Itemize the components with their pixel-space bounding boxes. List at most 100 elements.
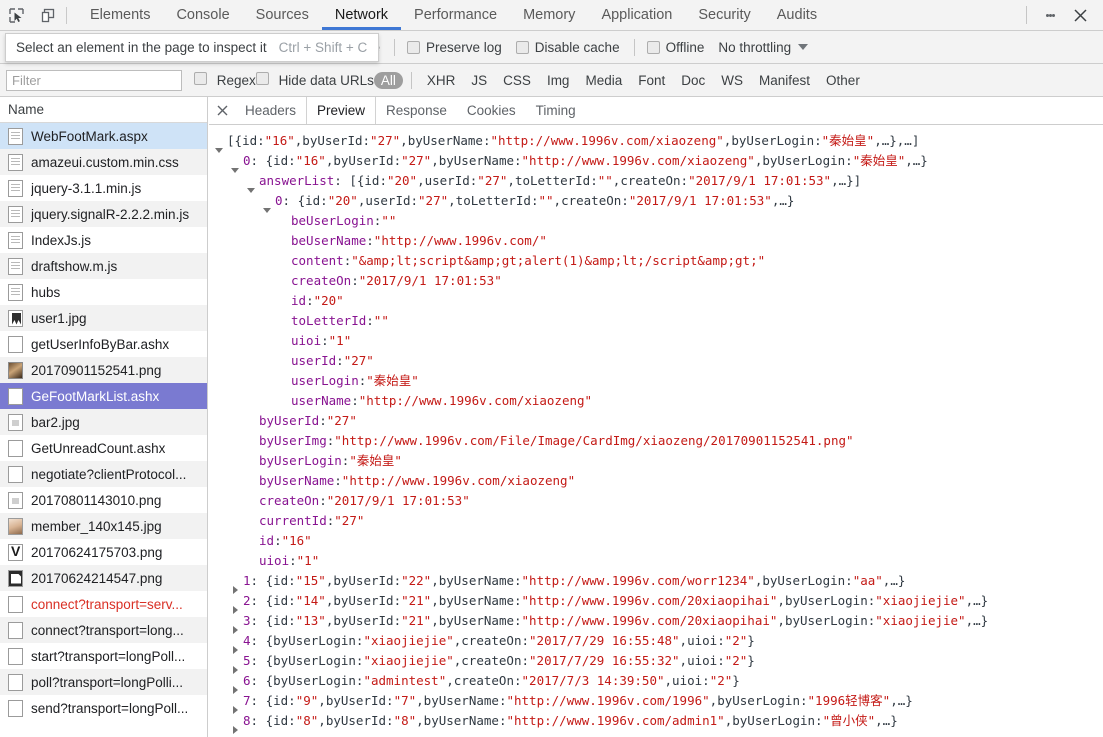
hide-data-urls-box[interactable] (255, 72, 269, 85)
filter-chip-manifest[interactable]: Manifest (752, 72, 817, 89)
json-line[interactable]: uioi: "1" (209, 551, 1103, 571)
tab-audits[interactable]: Audits (764, 0, 830, 30)
filter-input[interactable] (6, 69, 182, 91)
tab-performance[interactable]: Performance (401, 0, 510, 30)
tab-sources[interactable]: Sources (243, 0, 322, 30)
throttling-select[interactable]: No throttling (718, 40, 791, 55)
json-line[interactable]: userLogin: "秦始皇" (209, 371, 1103, 391)
close-detail-icon[interactable] (209, 97, 235, 124)
json-line[interactable]: toLetterId: "" (209, 311, 1103, 331)
inspect-element-icon[interactable] (0, 0, 32, 30)
json-line[interactable]: uioi: "1" (209, 331, 1103, 351)
request-row[interactable]: poll?transport=longPolli... (0, 669, 207, 695)
regex-checkbox[interactable]: Regex (194, 72, 256, 88)
json-line[interactable]: 3: {id: "13", byUserId: "21", byUserName… (209, 611, 1103, 634)
json-line[interactable]: createOn: "2017/9/1 17:01:53" (209, 271, 1103, 291)
kebab-menu-icon[interactable] (1037, 12, 1063, 18)
json-line[interactable]: 0: {id: "16", byUserId: "27", byUserName… (209, 151, 1103, 173)
request-row[interactable]: amazeui.custom.min.css (0, 149, 207, 175)
detail-tab-preview[interactable]: Preview (306, 97, 377, 124)
detail-tab-timing[interactable]: Timing (526, 97, 586, 124)
json-line[interactable]: id: "16" (209, 531, 1103, 551)
request-row[interactable]: send?transport=longPoll... (0, 695, 207, 721)
request-row[interactable]: GeFootMarkList.ashx (0, 383, 207, 409)
request-row[interactable]: jquery-3.1.1.min.js (0, 175, 207, 201)
request-row[interactable]: hubs (0, 279, 207, 305)
json-line[interactable]: byUserImg: "http://www.1996v.com/File/Im… (209, 431, 1103, 451)
request-row[interactable]: 20170624175703.png (0, 539, 207, 565)
json-line[interactable]: 0: {id: "20", userId: "27", toLetterId: … (209, 191, 1103, 213)
request-row[interactable]: member_140x145.jpg (0, 513, 207, 539)
preserve-log-box[interactable] (406, 40, 420, 54)
json-line[interactable]: createOn: "2017/9/1 17:01:53" (209, 491, 1103, 511)
request-row[interactable]: getUserInfoByBar.ashx (0, 331, 207, 357)
tab-application[interactable]: Application (588, 0, 685, 30)
filter-chip-img[interactable]: Img (540, 72, 577, 89)
json-token: : { (250, 573, 274, 588)
regex-box[interactable] (194, 72, 207, 85)
request-row[interactable]: 20170901152541.png (0, 357, 207, 383)
request-row[interactable]: 20170624214547.png (0, 565, 207, 591)
filter-chip-css[interactable]: CSS (496, 72, 538, 89)
request-row[interactable]: bar2.jpg (0, 409, 207, 435)
request-row[interactable]: 20170801143010.png (0, 487, 207, 513)
tab-memory[interactable]: Memory (510, 0, 588, 30)
filter-chip-all[interactable]: All (373, 71, 403, 89)
preserve-log-checkbox[interactable]: Preserve log (406, 40, 516, 55)
json-token: "http://www.1996v.com/" (373, 233, 547, 248)
filter-chip-xhr[interactable]: XHR (420, 72, 463, 89)
json-line[interactable]: beUserLogin: "" (209, 211, 1103, 231)
request-row[interactable]: IndexJs.js (0, 227, 207, 253)
request-row[interactable]: user1.jpg (0, 305, 207, 331)
device-toolbar-icon[interactable] (32, 0, 64, 30)
filter-chip-other[interactable]: Other (819, 72, 867, 89)
hide-data-urls-checkbox[interactable]: Hide data URLs (255, 72, 374, 88)
offline-checkbox[interactable]: Offline (646, 40, 719, 55)
filter-chip-js[interactable]: JS (464, 72, 494, 89)
tab-network[interactable]: Network (321, 0, 402, 30)
disable-cache-checkbox[interactable]: Disable cache (515, 40, 634, 55)
json-line[interactable]: byUserName: "http://www.1996v.com/xiaoze… (209, 471, 1103, 491)
json-line[interactable]: 2: {id: "14", byUserId: "21", byUserName… (209, 591, 1103, 614)
detail-tab-response[interactable]: Response (376, 97, 457, 124)
tab-elements[interactable]: Elements (77, 0, 163, 30)
json-line[interactable]: content: "&amp;lt;script&amp;gt;alert(1)… (209, 251, 1103, 271)
request-row[interactable]: negotiate?clientProtocol... (0, 461, 207, 487)
json-line[interactable]: byUserId: "27" (209, 411, 1103, 431)
json-line[interactable]: [{id: "16", byUserId: "27", byUserName: … (209, 131, 1103, 153)
json-line[interactable]: currentId: "27" (209, 511, 1103, 531)
request-row[interactable]: draftshow.m.js (0, 253, 207, 279)
json-line[interactable]: beUserName: "http://www.1996v.com/" (209, 231, 1103, 251)
json-line[interactable]: 7: {id: "9", byUserId: "7", byUserName: … (209, 691, 1103, 714)
offline-box[interactable] (646, 40, 660, 54)
request-row[interactable]: GetUnreadCount.ashx (0, 435, 207, 461)
disable-cache-box[interactable] (515, 40, 529, 54)
json-line[interactable]: 6: {byUserLogin: "admintest", createOn: … (209, 671, 1103, 694)
chevron-down-icon[interactable] (798, 44, 809, 50)
json-line[interactable]: 4: {byUserLogin: "xiaojiejie", createOn:… (209, 631, 1103, 654)
request-row[interactable]: connect?transport=long... (0, 617, 207, 643)
request-row[interactable]: jquery.signalR-2.2.2.min.js (0, 201, 207, 227)
json-line[interactable]: 1: {id: "15", byUserId: "22", byUserName… (209, 571, 1103, 594)
filter-chip-doc[interactable]: Doc (674, 72, 712, 89)
json-line[interactable]: userName: "http://www.1996v.com/xiaozeng… (209, 391, 1103, 411)
tab-security[interactable]: Security (685, 0, 763, 30)
detail-tab-headers[interactable]: Headers (235, 97, 306, 124)
filter-chip-font[interactable]: Font (631, 72, 672, 89)
close-icon[interactable] (1063, 8, 1097, 23)
json-line[interactable]: 8: {id: "8", byUserId: "8", byUserName: … (209, 711, 1103, 734)
file-type-icon (8, 673, 23, 691)
json-line[interactable]: userId: "27" (209, 351, 1103, 371)
json-line[interactable]: answerList: [{id: "20", userId: "27", to… (209, 171, 1103, 193)
request-row[interactable]: WebFootMark.aspx (0, 123, 207, 149)
detail-tab-cookies[interactable]: Cookies (457, 97, 526, 124)
tab-console[interactable]: Console (163, 0, 242, 30)
filter-chip-media[interactable]: Media (578, 72, 629, 89)
json-line[interactable]: 5: {byUserLogin: "xiaojiejie", createOn:… (209, 651, 1103, 674)
json-line[interactable]: id: "20" (209, 291, 1103, 311)
request-row[interactable]: connect?transport=serv... (0, 591, 207, 617)
json-line[interactable]: byUserLogin: "秦始皇" (209, 451, 1103, 471)
request-row[interactable]: start?transport=longPoll... (0, 643, 207, 669)
filter-chip-ws[interactable]: WS (714, 72, 750, 89)
json-token: "22" (401, 573, 432, 588)
